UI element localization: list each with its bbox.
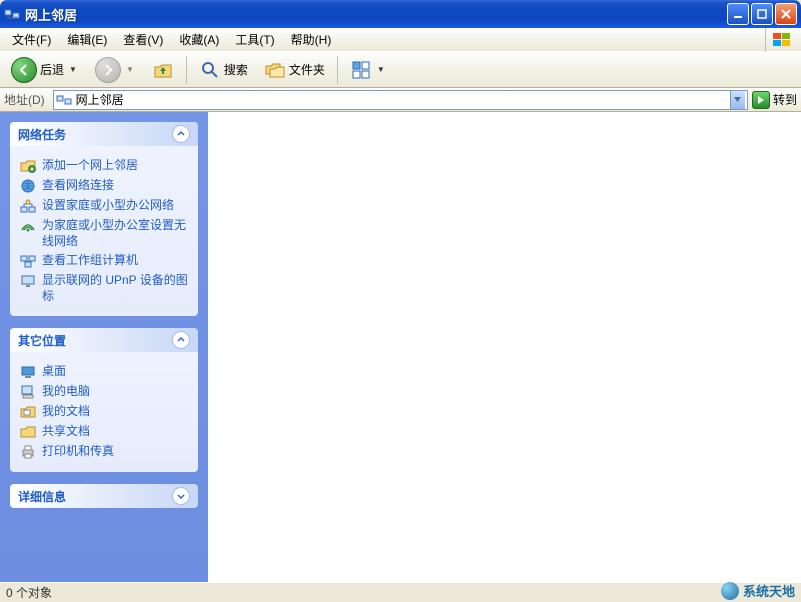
folders-button[interactable]: 文件夹 [257, 55, 332, 85]
minimize-button[interactable] [727, 3, 749, 25]
titlebar: 网上邻居 [0, 0, 801, 28]
other-places-panel: 其它位置 桌面 我的电脑 我的文档 共享文档 打印机和传真 [10, 328, 198, 472]
address-label: 地址(D) [4, 91, 49, 108]
place-my-documents[interactable]: 我的文档 [20, 404, 188, 420]
go-icon [752, 91, 770, 109]
dropdown-icon: ▼ [375, 65, 387, 74]
dropdown-icon: ▼ [67, 65, 79, 74]
address-input[interactable]: 网上邻居 [53, 90, 748, 110]
network-setup-icon [20, 198, 36, 214]
panel-title: 详细信息 [18, 488, 66, 505]
watermark-logo-icon [721, 582, 739, 600]
folders-label: 文件夹 [289, 61, 325, 78]
panel-body: 桌面 我的电脑 我的文档 共享文档 打印机和传真 [10, 352, 198, 472]
go-label: 转到 [773, 91, 797, 108]
menu-edit[interactable]: 编辑(E) [59, 29, 115, 50]
expand-icon[interactable] [172, 487, 190, 505]
close-button[interactable] [775, 3, 797, 25]
task-setup-wireless[interactable]: 为家庭或小型办公室设置无线网络 [20, 218, 188, 249]
maximize-button[interactable] [751, 3, 773, 25]
search-icon [199, 59, 221, 81]
up-button[interactable] [145, 55, 181, 85]
views-icon [350, 59, 372, 81]
separator [337, 56, 338, 84]
content-area[interactable] [208, 112, 801, 582]
search-label: 搜索 [224, 61, 248, 78]
place-my-computer[interactable]: 我的电脑 [20, 384, 188, 400]
shared-folder-icon [20, 424, 36, 440]
wireless-icon [20, 218, 36, 234]
window-controls [727, 3, 797, 25]
status-text: 0 个对象 [6, 584, 52, 601]
menu-view[interactable]: 查看(V) [115, 29, 171, 50]
panel-header[interactable]: 其它位置 [10, 328, 198, 352]
tasks-sidebar: 网络任务 添加一个网上邻居 查看网络连接 设置家庭或小型办公网络 为家庭或小型办… [0, 112, 208, 582]
windows-flag-icon [765, 28, 797, 52]
menu-tools[interactable]: 工具(T) [227, 29, 282, 50]
dropdown-icon: ▼ [124, 65, 136, 74]
panel-body: 添加一个网上邻居 查看网络连接 设置家庭或小型办公网络 为家庭或小型办公室设置无… [10, 146, 198, 316]
computer-icon [20, 384, 36, 400]
address-dropdown-button[interactable] [730, 91, 745, 109]
printer-icon [20, 444, 36, 460]
collapse-icon[interactable] [172, 125, 190, 143]
place-shared-docs[interactable]: 共享文档 [20, 424, 188, 440]
menu-file[interactable]: 文件(F) [4, 29, 59, 50]
forward-button[interactable]: ▼ [88, 53, 143, 87]
desktop-icon [20, 364, 36, 380]
app-icon [4, 6, 20, 22]
status-bar: 0 个对象 [0, 582, 801, 602]
panel-title: 网络任务 [18, 126, 66, 143]
menubar: 文件(F) 编辑(E) 查看(V) 收藏(A) 工具(T) 帮助(H) [0, 28, 801, 52]
task-setup-home-network[interactable]: 设置家庭或小型办公网络 [20, 198, 188, 214]
up-folder-icon [152, 59, 174, 81]
forward-icon [95, 57, 121, 83]
details-panel: 详细信息 [10, 484, 198, 508]
documents-icon [20, 404, 36, 420]
panel-header[interactable]: 详细信息 [10, 484, 198, 508]
network-tasks-panel: 网络任务 添加一个网上邻居 查看网络连接 设置家庭或小型办公网络 为家庭或小型办… [10, 122, 198, 316]
place-desktop[interactable]: 桌面 [20, 364, 188, 380]
menu-help[interactable]: 帮助(H) [283, 29, 340, 50]
address-value: 网上邻居 [76, 91, 730, 108]
network-places-icon [56, 92, 72, 108]
search-button[interactable]: 搜索 [192, 55, 255, 85]
panel-title: 其它位置 [18, 332, 66, 349]
watermark-text: 系统天地 [743, 581, 795, 600]
back-label: 后退 [40, 61, 64, 78]
back-icon [11, 57, 37, 83]
address-bar: 地址(D) 网上邻居 转到 [0, 88, 801, 112]
panel-header[interactable]: 网络任务 [10, 122, 198, 146]
separator [186, 56, 187, 84]
task-add-network-place[interactable]: 添加一个网上邻居 [20, 158, 188, 174]
folders-icon [264, 59, 286, 81]
watermark: 系统天地 [721, 581, 795, 600]
monitor-icon [20, 273, 36, 289]
views-button[interactable]: ▼ [343, 55, 394, 85]
task-view-connections[interactable]: 查看网络连接 [20, 178, 188, 194]
go-button[interactable]: 转到 [752, 91, 797, 109]
folder-add-icon [20, 158, 36, 174]
collapse-icon[interactable] [172, 331, 190, 349]
place-printers[interactable]: 打印机和传真 [20, 444, 188, 460]
toolbar: 后退 ▼ ▼ 搜索 文件夹 ▼ [0, 52, 801, 88]
task-view-workgroup[interactable]: 查看工作组计算机 [20, 253, 188, 269]
globe-icon [20, 178, 36, 194]
window-title: 网上邻居 [25, 5, 727, 24]
menu-favorites[interactable]: 收藏(A) [171, 29, 227, 50]
body: 网络任务 添加一个网上邻居 查看网络连接 设置家庭或小型办公网络 为家庭或小型办… [0, 112, 801, 582]
task-show-upnp[interactable]: 显示联网的 UPnP 设备的图标 [20, 273, 188, 304]
workgroup-icon [20, 253, 36, 269]
back-button[interactable]: 后退 ▼ [4, 53, 86, 87]
